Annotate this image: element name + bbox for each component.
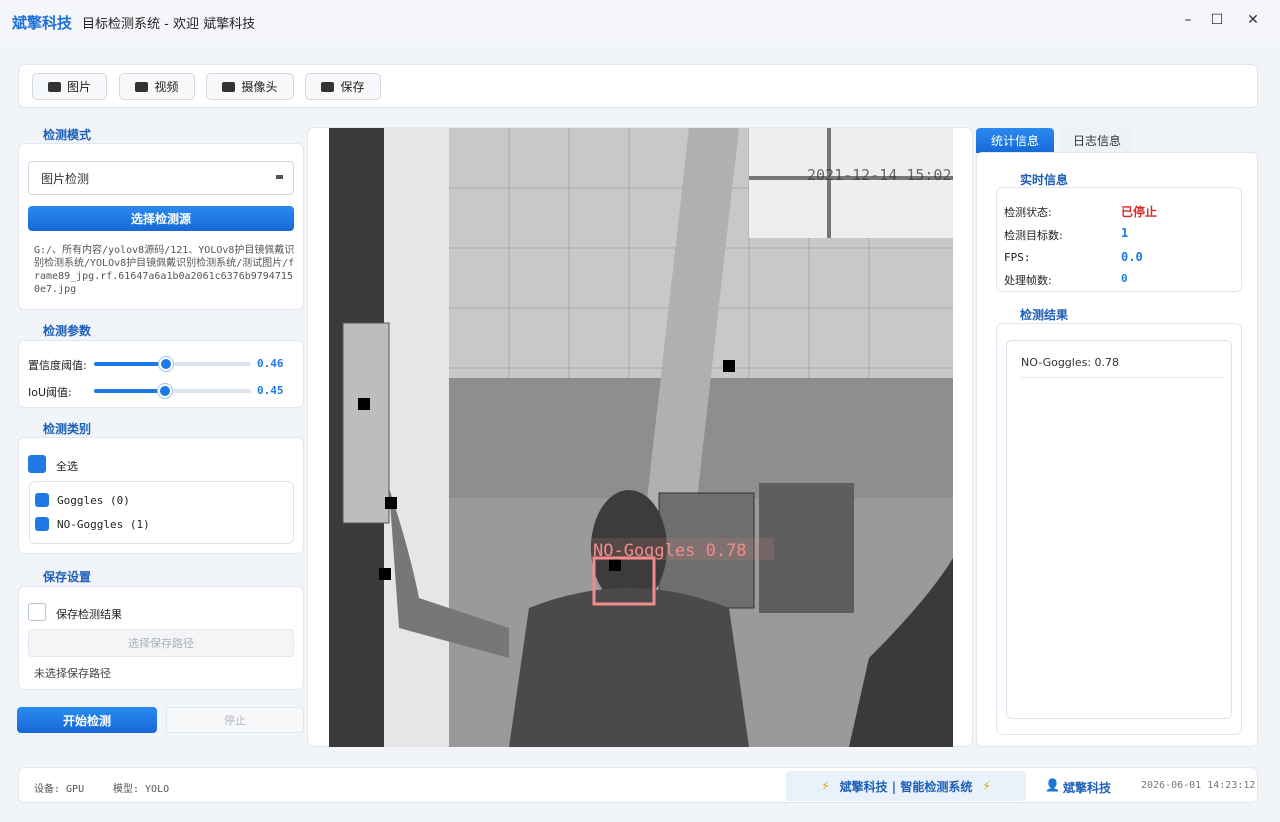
window-title: 目标检测系统 - 欢迎 斌擎科技 bbox=[82, 16, 256, 32]
conf-slider[interactable] bbox=[94, 357, 251, 371]
class-label-no-goggles: NO-Goggles (1) bbox=[57, 518, 150, 531]
video-icon bbox=[135, 81, 149, 92]
source-path: G:/、所有内容/yolov8源码/121、YOLOv8护目镜佩戴识别检测系统/… bbox=[34, 245, 295, 295]
count-label: 检测目标数: bbox=[1004, 229, 1063, 242]
conf-value: 0.46 bbox=[257, 357, 284, 370]
class-checkbox-goggles[interactable] bbox=[35, 493, 49, 507]
save-results-checkbox[interactable] bbox=[28, 603, 46, 621]
close-icon[interactable]: ✕ bbox=[1243, 12, 1263, 28]
frames-value: 0 bbox=[1121, 272, 1128, 285]
scene-illustration: NO-Goggles 0.78 2021-12-14 15:02:05 bbox=[329, 128, 953, 747]
stop-button[interactable]: 停止 bbox=[166, 707, 304, 733]
app-window: 斌擎科技 目标检测系统 - 欢迎 斌擎科技 – ☐ ✕ 图片 视频 摄像头 保存… bbox=[0, 0, 1280, 822]
conf-slider-fill bbox=[94, 362, 167, 366]
iou-value: 0.45 bbox=[257, 384, 284, 397]
results-heading: 检测结果 bbox=[1020, 308, 1069, 322]
lightning-icon: ⚡ bbox=[982, 779, 991, 793]
mode-heading: 检测模式 bbox=[43, 128, 92, 142]
toolbar: 图片 视频 摄像头 保存 bbox=[18, 64, 1258, 108]
class-checkbox-no-goggles[interactable] bbox=[35, 517, 49, 531]
conf-label: 置信度阈值: bbox=[28, 359, 87, 372]
fps-label: FPS: bbox=[1004, 251, 1031, 264]
user-name: 斌擎科技 bbox=[1063, 781, 1112, 795]
app-brand: 斌擎科技 bbox=[12, 13, 73, 32]
select-source-button[interactable]: 选择检测源 bbox=[28, 206, 294, 231]
model-info: 模型: YOLO bbox=[113, 784, 170, 795]
minimize-icon[interactable]: – bbox=[1178, 12, 1198, 28]
title-bar: 斌擎科技 目标检测系统 - 欢迎 斌擎科技 – ☐ ✕ bbox=[0, 0, 1280, 44]
video-button[interactable]: 视频 bbox=[119, 73, 195, 100]
datetime: 2026-06-01 14:23:12 bbox=[1141, 780, 1256, 791]
save-icon bbox=[321, 81, 335, 92]
class-label-goggles: Goggles (0) bbox=[57, 494, 130, 507]
camera-button[interactable]: 摄像头 bbox=[206, 73, 294, 100]
image-button[interactable]: 图片 bbox=[32, 73, 107, 100]
realtime-heading: 实时信息 bbox=[1020, 173, 1069, 187]
iou-label: IoU阈值: bbox=[28, 386, 72, 399]
params-heading: 检测参数 bbox=[43, 324, 92, 338]
frames-label: 处理帧数: bbox=[1004, 274, 1052, 287]
save-path-status: 未选择保存路径 bbox=[34, 667, 111, 680]
status-value: 已停止 bbox=[1121, 205, 1158, 219]
mode-select[interactable]: 图片检测 bbox=[28, 161, 294, 195]
status-label: 检测状态: bbox=[1004, 206, 1052, 219]
classes-heading: 检测类别 bbox=[43, 422, 92, 436]
save-results-label: 保存检测结果 bbox=[56, 608, 122, 621]
chevron-down-icon bbox=[276, 175, 283, 179]
save-heading: 保存设置 bbox=[43, 570, 92, 584]
status-bar: 设备: GPU 模型: YOLO ⚡ 斌擎科技 | 智能检测系统 ⚡ 👤 斌擎科技 … bbox=[18, 767, 1258, 803]
fps-value: 0.0 bbox=[1121, 250, 1143, 264]
count-value: 1 bbox=[1121, 226, 1129, 240]
start-detection-button[interactable]: 开始检测 bbox=[17, 707, 157, 733]
brand-banner: ⚡ 斌擎科技 | 智能检测系统 ⚡ bbox=[786, 771, 1026, 801]
camera-icon bbox=[222, 81, 236, 92]
iou-slider-fill bbox=[94, 389, 165, 393]
select-all-checkbox[interactable] bbox=[28, 455, 46, 473]
result-divider bbox=[1021, 377, 1225, 378]
iou-slider[interactable] bbox=[94, 384, 251, 398]
detection-image: NO-Goggles 0.78 2021-12-14 15:02:05 bbox=[329, 128, 953, 747]
tab-log[interactable]: 日志信息 bbox=[1061, 128, 1133, 153]
results-list: NO-Goggles: 0.78 bbox=[1006, 340, 1232, 719]
save-button[interactable]: 保存 bbox=[305, 73, 381, 100]
device-info: 设备: GPU bbox=[34, 784, 85, 795]
image-icon bbox=[47, 81, 61, 92]
choose-save-path-button[interactable]: 选择保存路径 bbox=[28, 629, 294, 657]
iou-slider-handle[interactable] bbox=[157, 384, 172, 398]
tab-stats[interactable]: 统计信息 bbox=[976, 128, 1054, 153]
maximize-icon[interactable]: ☐ bbox=[1207, 12, 1227, 28]
lightning-icon: ⚡ bbox=[821, 779, 830, 793]
user-icon: 👤 bbox=[1045, 778, 1060, 792]
class-list bbox=[29, 481, 294, 544]
result-item[interactable]: NO-Goggles: 0.78 bbox=[1021, 356, 1119, 369]
image-timestamp: 2021-12-14 15:02:05 bbox=[807, 166, 953, 184]
select-all-label: 全选 bbox=[56, 460, 78, 473]
detection-label: NO-Goggles 0.78 bbox=[593, 541, 747, 561]
